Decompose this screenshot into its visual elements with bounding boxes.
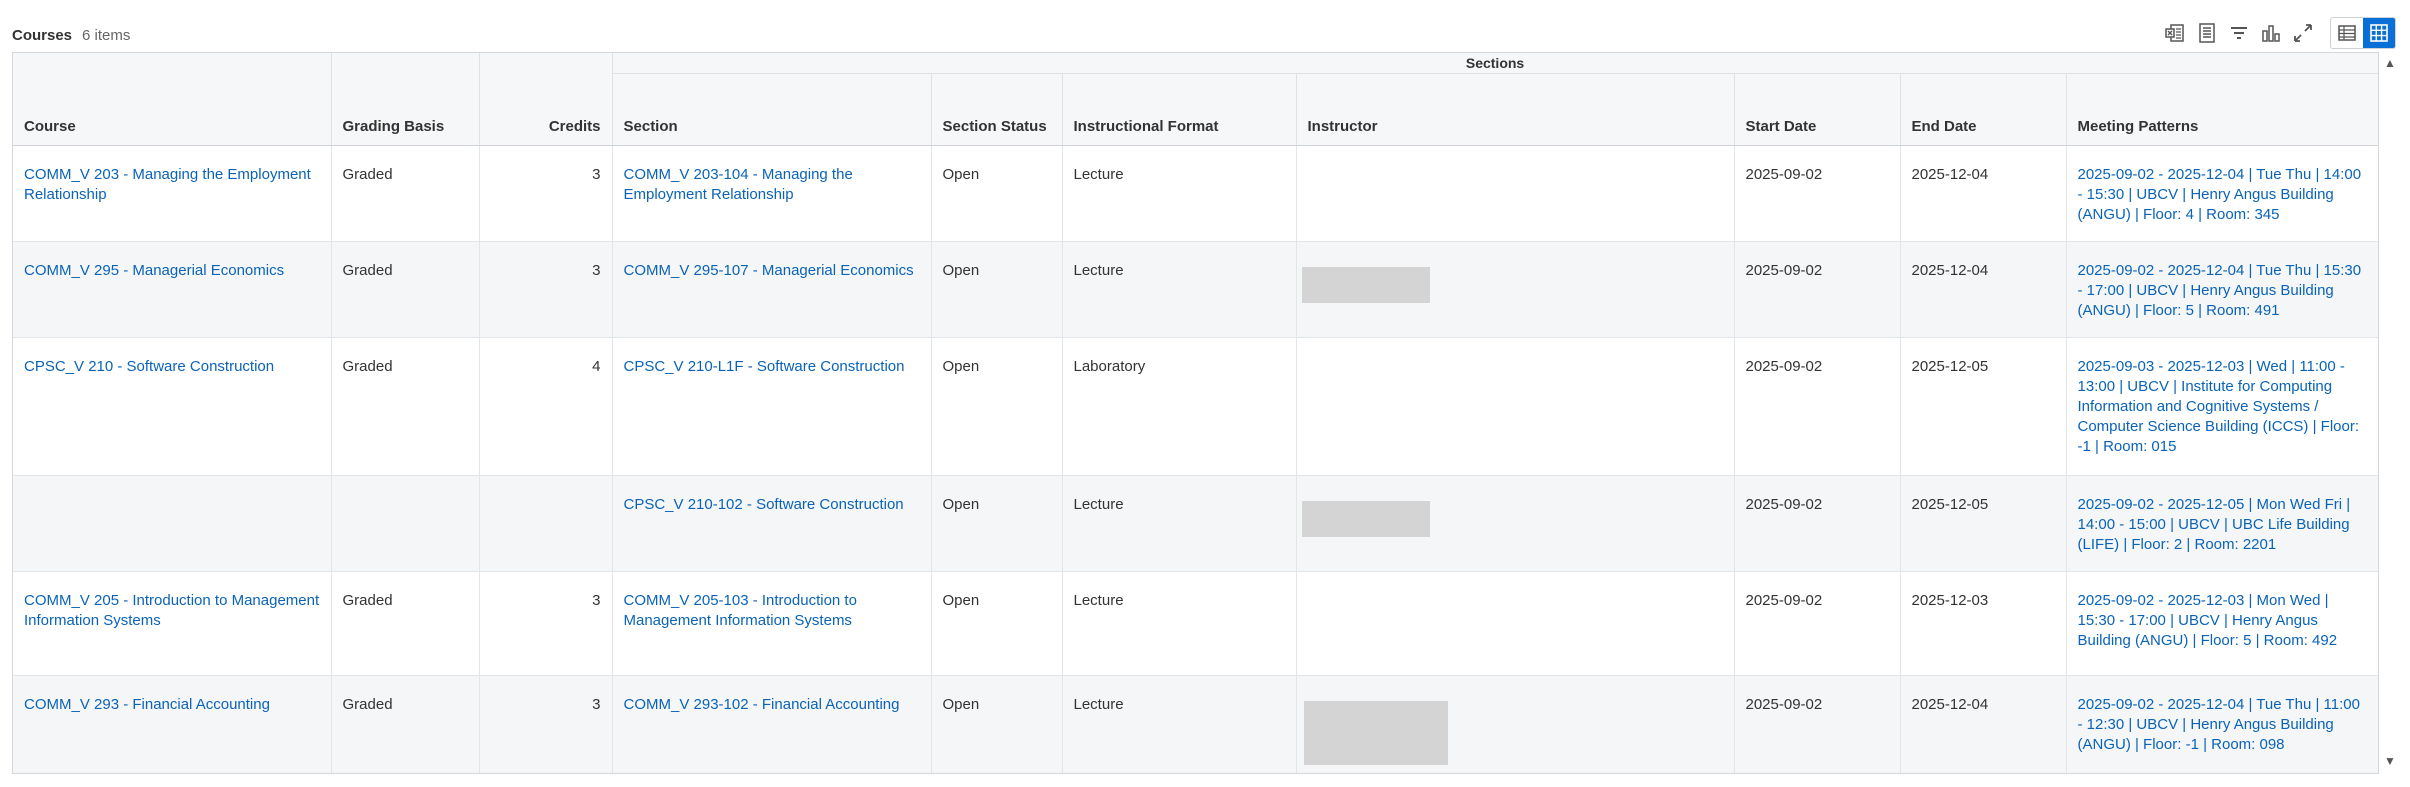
table-row: CPSC_V 210-102 - Software Construction O…: [13, 475, 2378, 572]
end-date-cell: 2025-12-05: [1900, 475, 2067, 572]
table-view-icon[interactable]: [2331, 18, 2363, 48]
meeting-pattern-link[interactable]: 2025-09-03 - 2025-12-03 | Wed | 11:00 - …: [2078, 358, 2360, 455]
format-cell: Lecture: [1062, 675, 1297, 773]
courses-table: Course Grading Basis Credits Sections Se…: [13, 53, 2378, 773]
grid-header: Courses 6 items: [12, 22, 130, 48]
col-course[interactable]: Course: [13, 53, 332, 146]
format-cell: Lecture: [1062, 145, 1297, 242]
end-date-cell: 2025-12-03: [1900, 571, 2067, 676]
grading-cell: Graded: [331, 571, 480, 676]
grading-cell: Graded: [331, 337, 480, 476]
meeting-pattern-link[interactable]: 2025-09-02 - 2025-12-05 | Mon Wed Fri | …: [2078, 496, 2351, 553]
section-link[interactable]: CPSC_V 210-102 - Software Construction: [624, 496, 904, 513]
format-cell: Lecture: [1062, 571, 1297, 676]
section-link[interactable]: COMM_V 293-102 - Financial Accounting: [624, 696, 900, 713]
col-grading-basis[interactable]: Grading Basis: [331, 53, 480, 146]
credits-cell: 3: [479, 241, 613, 338]
export-excel-icon[interactable]: [2162, 20, 2188, 46]
scroll-up-arrow[interactable]: ▲: [2380, 56, 2400, 70]
status-cell: Open: [931, 675, 1063, 773]
redacted-instructor: [1303, 701, 1448, 765]
col-end-date[interactable]: End Date: [1900, 73, 2067, 146]
filter-icon[interactable]: [2226, 20, 2252, 46]
start-date-cell: 2025-09-02: [1734, 675, 1901, 773]
section-link[interactable]: COMM_V 205-103 - Introduction to Managem…: [624, 592, 857, 629]
start-date-cell: 2025-09-02: [1734, 241, 1901, 338]
format-cell: Lecture: [1062, 475, 1297, 572]
start-date-cell: 2025-09-02: [1734, 337, 1901, 476]
redacted-instructor: [1301, 267, 1430, 303]
grading-cell: Graded: [331, 241, 480, 338]
credits-cell: 3: [479, 571, 613, 676]
col-instructional-format[interactable]: Instructional Format: [1062, 73, 1297, 146]
col-meeting-patterns[interactable]: Meeting Patterns: [2066, 73, 2378, 146]
grading-cell-empty: [331, 475, 480, 572]
section-link[interactable]: COMM_V 203-104 - Managing the Employment…: [624, 166, 853, 203]
grading-cell: Graded: [331, 675, 480, 773]
course-link[interactable]: COMM_V 295 - Managerial Economics: [24, 262, 284, 279]
instructor-cell: [1296, 675, 1735, 773]
status-cell: Open: [931, 241, 1063, 338]
credits-cell: 3: [479, 675, 613, 773]
end-date-cell: 2025-12-04: [1900, 241, 2067, 338]
col-start-date[interactable]: Start Date: [1734, 73, 1901, 146]
col-instructor[interactable]: Instructor: [1296, 73, 1735, 146]
instructor-cell: [1296, 337, 1735, 476]
instructor-cell: [1296, 145, 1735, 242]
table-row: COMM_V 295 - Managerial Economics Graded…: [13, 241, 2378, 338]
course-cell-empty: [13, 475, 332, 572]
grid-title: Courses: [12, 26, 73, 44]
table-row: CPSC_V 210 - Software Construction Grade…: [13, 337, 2378, 476]
instructor-cell: [1296, 475, 1735, 572]
grading-cell: Graded: [331, 145, 480, 242]
col-section[interactable]: Section: [612, 73, 932, 146]
credits-cell-empty: [479, 475, 613, 572]
fullscreen-icon[interactable]: [2290, 20, 2316, 46]
table-row: COMM_V 293 - Financial Accounting Graded…: [13, 675, 2378, 773]
meeting-pattern-link[interactable]: 2025-09-02 - 2025-12-03 | Mon Wed | 15:3…: [2078, 592, 2338, 649]
table-row: COMM_V 205 - Introduction to Management …: [13, 571, 2378, 676]
table-row: COMM_V 203 - Managing the Employment Rel…: [13, 145, 2378, 242]
col-credits[interactable]: Credits: [479, 53, 613, 146]
grid-view-icon[interactable]: [2363, 18, 2395, 48]
course-link[interactable]: CPSC_V 210 - Software Construction: [24, 358, 274, 375]
meeting-pattern-link[interactable]: 2025-09-02 - 2025-12-04 | Tue Thu | 14:0…: [2078, 166, 2362, 223]
col-section-status[interactable]: Section Status: [931, 73, 1063, 146]
instructor-cell: [1296, 571, 1735, 676]
meeting-pattern-link[interactable]: 2025-09-02 - 2025-12-04 | Tue Thu | 15:3…: [2078, 262, 2362, 319]
grid-toolbar: [2162, 16, 2396, 50]
scroll-down-arrow[interactable]: ▼: [2380, 754, 2400, 768]
course-link[interactable]: COMM_V 205 - Introduction to Management …: [24, 592, 319, 629]
status-cell: Open: [931, 571, 1063, 676]
section-link[interactable]: COMM_V 295-107 - Managerial Economics: [624, 262, 914, 279]
instructor-cell: [1296, 241, 1735, 338]
course-link[interactable]: COMM_V 293 - Financial Accounting: [24, 696, 270, 713]
format-cell: Lecture: [1062, 241, 1297, 338]
status-cell: Open: [931, 475, 1063, 572]
chart-icon[interactable]: [2258, 20, 2284, 46]
start-date-cell: 2025-09-02: [1734, 571, 1901, 676]
end-date-cell: 2025-12-04: [1900, 145, 2067, 242]
redacted-instructor: [1301, 501, 1430, 537]
credits-cell: 4: [479, 337, 613, 476]
start-date-cell: 2025-09-02: [1734, 475, 1901, 572]
course-link[interactable]: COMM_V 203 - Managing the Employment Rel…: [24, 166, 311, 203]
sections-group-header: Sections: [612, 53, 2378, 74]
credits-cell: 3: [479, 145, 613, 242]
print-icon[interactable]: [2194, 20, 2220, 46]
item-count: 6 items: [82, 26, 131, 44]
status-cell: Open: [931, 145, 1063, 242]
section-link[interactable]: CPSC_V 210-L1F - Software Construction: [624, 358, 905, 375]
start-date-cell: 2025-09-02: [1734, 145, 1901, 242]
status-cell: Open: [931, 337, 1063, 476]
view-toggle: [2330, 17, 2396, 49]
end-date-cell: 2025-12-04: [1900, 675, 2067, 773]
courses-grid: Course Grading Basis Credits Sections Se…: [12, 52, 2379, 774]
format-cell: Laboratory: [1062, 337, 1297, 476]
end-date-cell: 2025-12-05: [1900, 337, 2067, 476]
meeting-pattern-link[interactable]: 2025-09-02 - 2025-12-04 | Tue Thu | 11:0…: [2078, 696, 2360, 753]
